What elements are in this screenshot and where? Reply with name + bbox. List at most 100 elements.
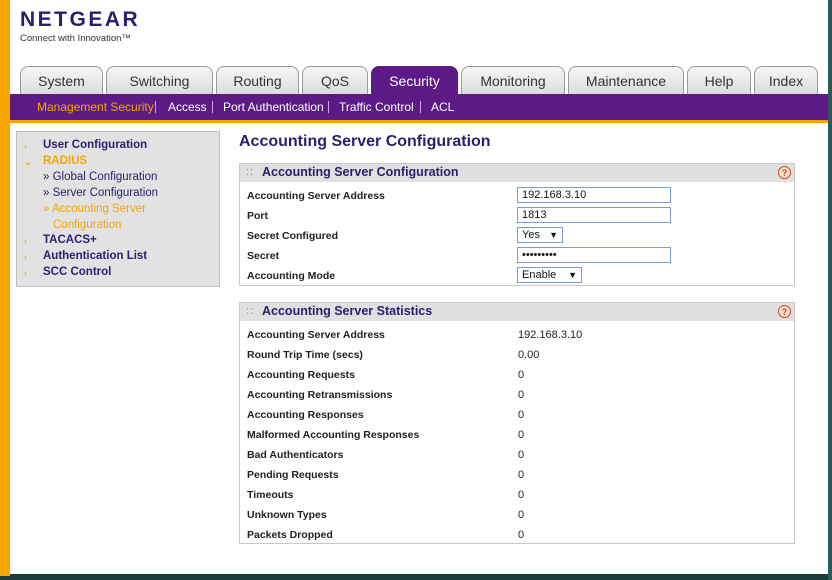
stat-value: 0.00 bbox=[518, 349, 540, 361]
chevron-right-icon: › bbox=[24, 252, 27, 262]
secret-label: Secret bbox=[247, 250, 280, 262]
chevron-right-icon: › bbox=[24, 236, 27, 246]
secret-input[interactable]: ••••••••• bbox=[517, 247, 671, 263]
stats-row: Round Trip Time (secs) 0.00 bbox=[240, 345, 794, 365]
stat-label: Accounting Retransmissions bbox=[247, 389, 393, 401]
netgear-logo: NETGEAR bbox=[20, 8, 141, 31]
sidebar-item-scc-control[interactable]: SCC Control bbox=[43, 266, 111, 278]
security-subnav: Management Security Access Port Authenti… bbox=[10, 94, 828, 120]
subnav-divider bbox=[420, 101, 421, 113]
stat-value: 0 bbox=[518, 429, 525, 441]
address-label: Accounting Server Address bbox=[247, 190, 385, 202]
grip-icon: :: bbox=[246, 305, 255, 317]
stat-label: Accounting Requests bbox=[247, 369, 355, 381]
page-title: Accounting Server Configuration bbox=[239, 133, 491, 150]
subnav-port-authentication[interactable]: Port Authentication bbox=[223, 94, 324, 120]
stat-value: 0 bbox=[518, 489, 525, 501]
stat-label: Accounting Server Address bbox=[247, 329, 385, 341]
stat-value: 0 bbox=[518, 369, 525, 381]
sidebar-item-radius[interactable]: RADIUS bbox=[43, 155, 87, 167]
stat-label: Packets Dropped bbox=[247, 529, 333, 541]
sidebar-item-tacacs[interactable]: TACACS+ bbox=[43, 234, 97, 246]
port-label: Port bbox=[247, 210, 268, 222]
tab-qos[interactable]: QoS bbox=[302, 66, 368, 94]
chevron-down-icon: ⌄ bbox=[24, 157, 32, 167]
stats-row: Packets Dropped 0 bbox=[240, 525, 794, 545]
subnav-acl[interactable]: ACL bbox=[431, 94, 454, 120]
stats-panel-title: Accounting Server Statistics bbox=[262, 304, 433, 318]
right-window-edge bbox=[828, 0, 832, 580]
stat-label: Bad Authenticators bbox=[247, 449, 344, 461]
sidebar-item-user-configuration[interactable]: User Configuration bbox=[43, 139, 147, 151]
sidebar-item-global-configuration[interactable]: » Global Configuration bbox=[43, 171, 157, 183]
tab-index[interactable]: Index bbox=[754, 66, 818, 94]
port-input[interactable]: 1813 bbox=[517, 207, 671, 223]
accounting-mode-select[interactable]: Enable ▼ bbox=[517, 267, 582, 283]
tab-security[interactable]: Security bbox=[371, 66, 458, 94]
config-row-secret: Secret ••••••••• bbox=[240, 246, 794, 266]
stats-row: Malformed Accounting Responses 0 bbox=[240, 425, 794, 445]
tab-system[interactable]: System bbox=[20, 66, 103, 94]
nav-underline bbox=[10, 120, 828, 123]
stat-label: Accounting Responses bbox=[247, 409, 364, 421]
stat-value: 0 bbox=[518, 469, 525, 481]
stats-panel: :: Accounting Server Statistics ? Accoun… bbox=[239, 302, 795, 544]
tagline: Connect with Innovation™ bbox=[20, 33, 131, 44]
subnav-divider bbox=[212, 101, 213, 113]
secret-configured-select[interactable]: Yes ▼ bbox=[517, 227, 563, 243]
stat-label: Unknown Types bbox=[247, 509, 327, 521]
caret-down-icon: ▼ bbox=[568, 270, 577, 280]
config-panel-title: Accounting Server Configuration bbox=[262, 165, 459, 179]
sidebar: › User Configuration ⌄ RADIUS » Global C… bbox=[16, 131, 220, 287]
subnav-access[interactable]: Access bbox=[168, 94, 207, 120]
stat-value: 0 bbox=[518, 409, 525, 421]
stats-row: Accounting Responses 0 bbox=[240, 405, 794, 425]
tab-switching[interactable]: Switching bbox=[106, 66, 213, 94]
mode-label: Accounting Mode bbox=[247, 270, 336, 282]
stats-row: Accounting Requests 0 bbox=[240, 365, 794, 385]
tab-help[interactable]: Help bbox=[687, 66, 751, 94]
secret-configured-value: Yes bbox=[522, 229, 540, 241]
config-row-secret-configured: Secret Configured Yes ▼ bbox=[240, 226, 794, 246]
sidebar-item-authentication-list[interactable]: Authentication List bbox=[43, 250, 147, 262]
subnav-divider bbox=[155, 101, 156, 113]
caret-down-icon: ▼ bbox=[549, 230, 558, 240]
stat-value: 0 bbox=[518, 509, 525, 521]
left-accent-bar bbox=[0, 0, 10, 576]
stat-value: 192.168.3.10 bbox=[518, 329, 583, 341]
chevron-right-icon: › bbox=[24, 141, 27, 151]
tab-maintenance[interactable]: Maintenance bbox=[568, 66, 684, 94]
subnav-traffic-control[interactable]: Traffic Control bbox=[339, 94, 414, 120]
config-row-mode: Accounting Mode Enable ▼ bbox=[240, 266, 794, 286]
secret-configured-label: Secret Configured bbox=[247, 230, 339, 242]
stats-row: Bad Authenticators 0 bbox=[240, 445, 794, 465]
subnav-management-security[interactable]: Management Security bbox=[37, 94, 154, 120]
stats-row: Accounting Retransmissions 0 bbox=[240, 385, 794, 405]
stats-row: Unknown Types 0 bbox=[240, 505, 794, 525]
sidebar-item-accounting-server[interactable]: » Accounting Server bbox=[43, 203, 146, 215]
chevron-right-icon: › bbox=[24, 268, 27, 278]
stats-row: Timeouts 0 bbox=[240, 485, 794, 505]
stats-row: Pending Requests 0 bbox=[240, 465, 794, 485]
stat-label: Malformed Accounting Responses bbox=[247, 429, 420, 441]
sidebar-item-server-configuration[interactable]: » Server Configuration bbox=[43, 187, 158, 199]
stat-label: Round Trip Time (secs) bbox=[247, 349, 363, 361]
stat-value: 0 bbox=[518, 529, 525, 541]
stats-row: Accounting Server Address 192.168.3.10 bbox=[240, 325, 794, 345]
server-address-input[interactable]: 192.168.3.10 bbox=[517, 187, 671, 203]
page: NETGEAR Connect with Innovation™ System … bbox=[10, 0, 828, 574]
config-panel-header: :: Accounting Server Configuration ? bbox=[240, 164, 794, 182]
grip-icon: :: bbox=[246, 166, 255, 178]
help-icon[interactable]: ? bbox=[778, 305, 791, 318]
subnav-divider bbox=[328, 101, 329, 113]
config-row-port: Port 1813 bbox=[240, 206, 794, 226]
stat-label: Timeouts bbox=[247, 489, 294, 501]
stat-value: 0 bbox=[518, 389, 525, 401]
config-row-address: Accounting Server Address 192.168.3.10 bbox=[240, 186, 794, 206]
help-icon[interactable]: ? bbox=[778, 166, 791, 179]
tab-routing[interactable]: Routing bbox=[216, 66, 299, 94]
tab-monitoring[interactable]: Monitoring bbox=[461, 66, 565, 94]
sidebar-item-accounting-server-cont[interactable]: Configuration bbox=[53, 219, 121, 231]
accounting-mode-value: Enable bbox=[522, 269, 557, 281]
config-panel: :: Accounting Server Configuration ? Acc… bbox=[239, 163, 795, 286]
